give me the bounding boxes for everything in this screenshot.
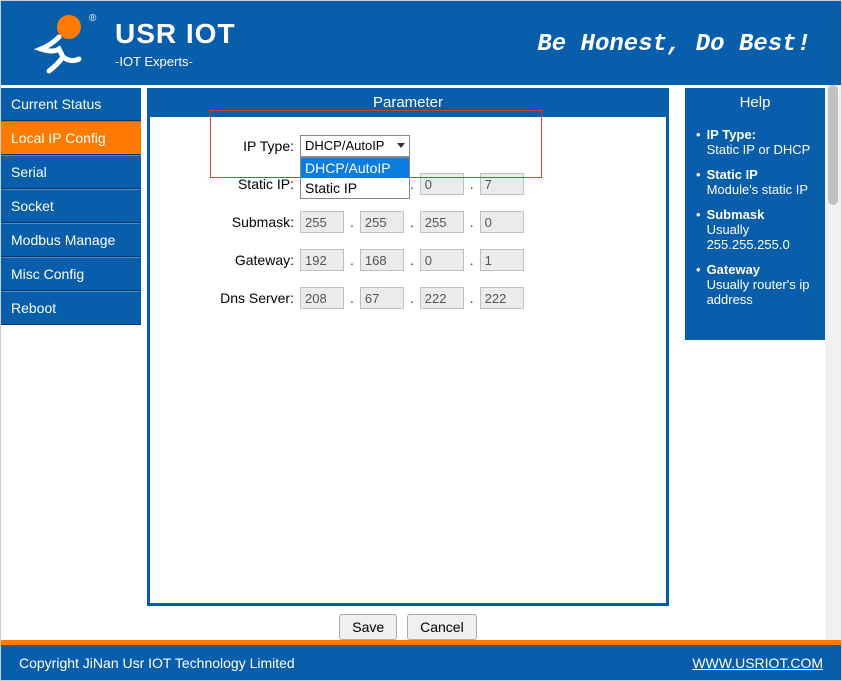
gateway-part-2[interactable]: [360, 249, 404, 271]
footer-link[interactable]: WWW.USRIOT.COM: [692, 655, 823, 671]
parameter-panel: Parameter IP Type: DHCP/AutoIP: [147, 88, 669, 606]
dot-separator: .: [348, 290, 356, 306]
help-desc: Module's static IP: [707, 182, 808, 197]
gateway-part-4[interactable]: [480, 249, 524, 271]
svg-text:®: ®: [89, 13, 97, 24]
gateway-label: Gateway:: [180, 252, 300, 268]
dns-part-3[interactable]: [420, 287, 464, 309]
dns-part-4[interactable]: [480, 287, 524, 309]
dot-separator: .: [408, 252, 416, 268]
logo-block: ® USR IOT -IOT Experts-: [21, 9, 236, 77]
ip-type-select[interactable]: DHCP/AutoIP DHCP/AutoIP Static IP: [300, 135, 410, 157]
help-term: Static IP: [707, 167, 808, 182]
submask-label: Submask:: [180, 214, 300, 230]
submask-part-2[interactable]: [360, 211, 404, 233]
dot-separator: .: [468, 252, 476, 268]
form-actions: Save Cancel: [147, 614, 669, 640]
parameter-panel-title: Parameter: [150, 91, 666, 117]
help-desc: Usually router's ip address: [707, 277, 814, 307]
page-header: ® USR IOT -IOT Experts- Be Honest, Do Be…: [1, 1, 841, 85]
bullet-icon: •: [696, 167, 701, 197]
page-footer: Copyright JiNan Usr IOT Technology Limit…: [1, 645, 841, 680]
help-panel: Help • IP Type: Static IP or DHCP • Stat…: [685, 88, 825, 340]
sidebar-item-modbus-manage[interactable]: Modbus Manage: [1, 223, 141, 257]
cancel-button[interactable]: Cancel: [407, 614, 477, 640]
ip-type-option-static[interactable]: Static IP: [301, 178, 409, 198]
chevron-down-icon: [397, 143, 405, 148]
help-item-static-ip: • Static IP Module's static IP: [696, 167, 814, 197]
help-item-submask: • Submask Usually 255.255.255.0: [696, 207, 814, 252]
submask-part-4[interactable]: [480, 211, 524, 233]
dot-separator: .: [348, 214, 356, 230]
brand-title: USR IOT: [115, 18, 236, 50]
ip-type-option-dhcp[interactable]: DHCP/AutoIP: [301, 158, 409, 178]
dns-part-2[interactable]: [360, 287, 404, 309]
help-panel-title: Help: [688, 91, 822, 117]
ip-type-label: IP Type:: [180, 138, 300, 154]
dns-part-1[interactable]: [300, 287, 344, 309]
bullet-icon: •: [696, 207, 701, 252]
dot-separator: .: [408, 290, 416, 306]
dot-separator: .: [468, 290, 476, 306]
sidebar-item-reboot[interactable]: Reboot: [1, 291, 141, 325]
static-ip-part-4[interactable]: [480, 173, 524, 195]
footer-copyright: Copyright JiNan Usr IOT Technology Limit…: [19, 655, 295, 671]
help-item-gateway: • Gateway Usually router's ip address: [696, 262, 814, 307]
help-desc: Usually 255.255.255.0: [707, 222, 814, 252]
gateway-part-3[interactable]: [420, 249, 464, 271]
sidebar-nav: Current Status Local IP Config Serial So…: [1, 88, 141, 640]
header-slogan: Be Honest, Do Best!: [537, 31, 811, 58]
sidebar-item-serial[interactable]: Serial: [1, 155, 141, 189]
vertical-scrollbar[interactable]: [825, 85, 841, 645]
submask-part-3[interactable]: [420, 211, 464, 233]
static-ip-part-3[interactable]: [420, 173, 464, 195]
bullet-icon: •: [696, 262, 701, 307]
dot-separator: .: [468, 176, 476, 192]
logo-icon: ®: [21, 9, 101, 77]
submask-part-1[interactable]: [300, 211, 344, 233]
help-item-ip-type: • IP Type: Static IP or DHCP: [696, 127, 814, 157]
save-button[interactable]: Save: [339, 614, 397, 640]
dot-separator: .: [468, 214, 476, 230]
help-term: IP Type:: [707, 127, 811, 142]
sidebar-item-current-status[interactable]: Current Status: [1, 88, 141, 121]
dot-separator: .: [408, 214, 416, 230]
bullet-icon: •: [696, 127, 701, 157]
help-term: Gateway: [707, 262, 814, 277]
ip-type-selected-value: DHCP/AutoIP: [305, 138, 384, 153]
dns-label: Dns Server:: [180, 290, 300, 306]
static-ip-label: Static IP:: [180, 176, 300, 192]
ip-type-dropdown: DHCP/AutoIP Static IP: [300, 157, 410, 199]
sidebar-item-socket[interactable]: Socket: [1, 189, 141, 223]
sidebar-item-local-ip-config[interactable]: Local IP Config: [1, 121, 141, 155]
brand-subtitle: -IOT Experts-: [115, 54, 236, 69]
gateway-part-1[interactable]: [300, 249, 344, 271]
dot-separator: .: [348, 252, 356, 268]
scrollbar-thumb[interactable]: [828, 85, 838, 205]
help-desc: Static IP or DHCP: [707, 142, 811, 157]
help-term: Submask: [707, 207, 814, 222]
sidebar-item-misc-config[interactable]: Misc Config: [1, 257, 141, 291]
